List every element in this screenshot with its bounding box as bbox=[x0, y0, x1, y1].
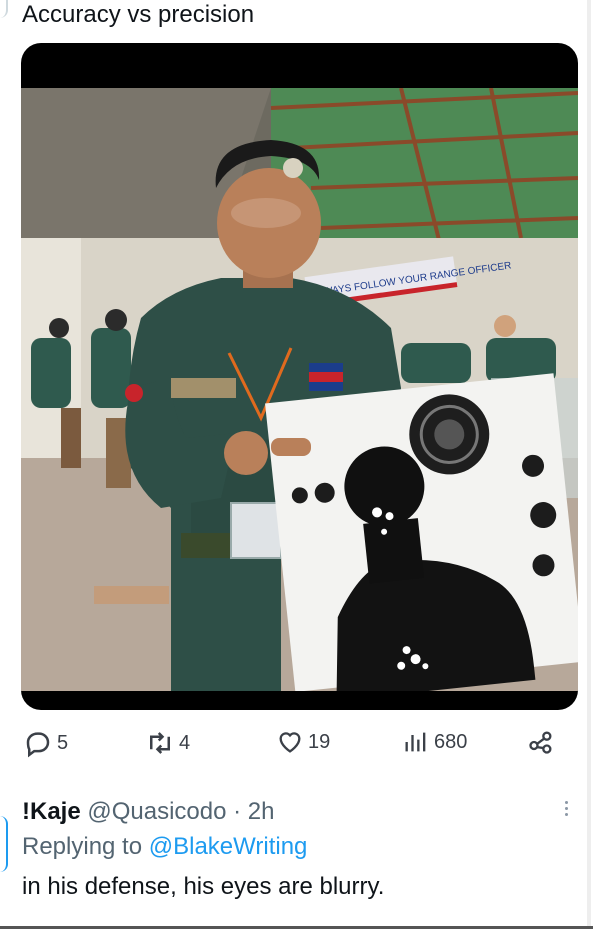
views-button[interactable]: 680 bbox=[402, 728, 467, 756]
reply-author: !Kaje @Quasicodo · 2h bbox=[22, 796, 593, 828]
retweet-icon bbox=[150, 732, 170, 754]
mention-link[interactable]: @BlakeWriting bbox=[149, 833, 308, 860]
replying-to: Replying to @BlakeWriting bbox=[22, 830, 593, 864]
like-button[interactable]: 19 bbox=[276, 728, 330, 756]
photo-soldier-with-target: ALWAYS FOLLOW YOUR RANGE OFFICER bbox=[21, 88, 578, 691]
view-count: 680 bbox=[434, 730, 468, 753]
replying-prefix: Replying to bbox=[22, 833, 143, 860]
reply-tweet[interactable]: !Kaje @Quasicodo · 2h Replying to @Blake… bbox=[22, 796, 593, 904]
author-name[interactable]: !Kaje bbox=[22, 798, 81, 825]
reply-button[interactable]: 5 bbox=[23, 728, 68, 758]
author-handle[interactable]: @Quasicodo bbox=[87, 798, 226, 825]
views-icon bbox=[405, 732, 426, 752]
retweet-button[interactable]: 4 bbox=[145, 728, 190, 758]
share-button[interactable] bbox=[527, 728, 555, 756]
share-icon bbox=[529, 731, 552, 754]
tweet-photo[interactable]: ALWAYS FOLLOW YOUR RANGE OFFICER bbox=[21, 88, 578, 691]
retweet-count: 4 bbox=[179, 731, 191, 754]
tweet-text: Accuracy vs precision bbox=[22, 1, 255, 28]
like-count: 19 bbox=[308, 730, 331, 753]
avatar[interactable] bbox=[0, 816, 8, 872]
tweet-media[interactable]: ALWAYS FOLLOW YOUR RANGE OFFICER bbox=[21, 43, 578, 710]
timestamp[interactable]: · 2h bbox=[233, 798, 274, 825]
reply-text: in his defense, his eyes are blurry. bbox=[22, 873, 385, 900]
heart-icon bbox=[279, 732, 301, 753]
tweet-actions: 5 4 19 680 bbox=[0, 728, 593, 764]
thread-line bbox=[0, 0, 8, 18]
reply-icon bbox=[26, 732, 50, 758]
scroll-edge bbox=[587, 0, 591, 929]
reply-count: 5 bbox=[57, 731, 69, 754]
